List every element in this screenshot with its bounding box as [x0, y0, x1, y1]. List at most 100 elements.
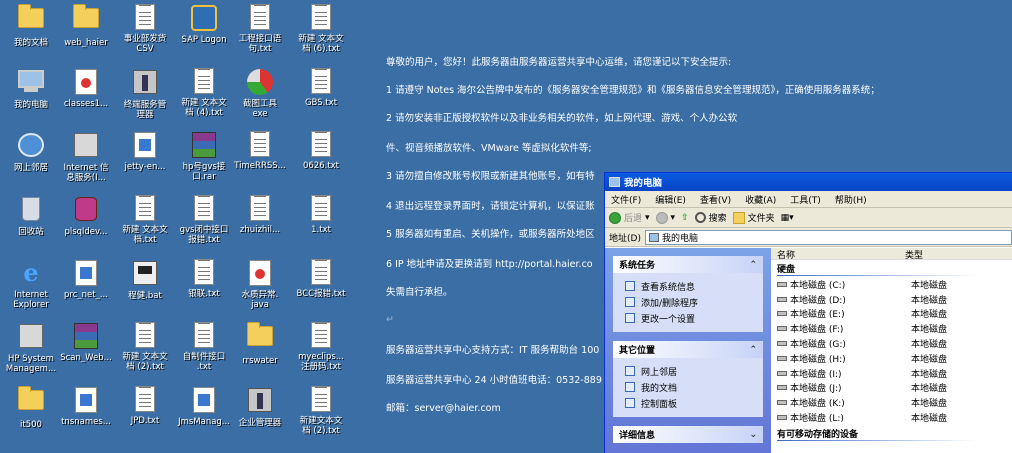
desktop-icon[interactable]: 工程接口语 句.txt: [229, 4, 291, 54]
desktop-icon[interactable]: JPD.txt: [114, 386, 176, 426]
desktop-icon[interactable]: SAP Logon: [173, 4, 235, 45]
desktop-icon[interactable]: rrswater: [229, 322, 291, 366]
desktop-icon[interactable]: plsqldev...: [55, 195, 117, 237]
desktop-icon-label: 程健.bat: [128, 291, 162, 301]
views-button[interactable]: ▦▾: [781, 213, 794, 223]
address-input[interactable]: 我的电脑: [644, 229, 1012, 245]
desktop-icon[interactable]: 新建 文本文 档.txt: [114, 195, 176, 245]
desktop-icon[interactable]: e Internet Explorer: [0, 259, 62, 311]
desktop-icon-label: hp号gvs接 口.rar: [182, 162, 226, 182]
desktop-icon[interactable]: 企业管理器: [229, 386, 291, 428]
drive-row[interactable]: 本地磁盘 (L:) 本地磁盘: [777, 410, 1012, 425]
desktop-icon[interactable]: 我的文档: [0, 4, 62, 48]
desktop-icon[interactable]: HP System Managem...: [0, 322, 62, 374]
screenshot-tool-icon: [246, 69, 274, 97]
network-icon: [625, 366, 635, 376]
desktop-icon[interactable]: gvs闭中接口 报错.txt: [173, 195, 235, 245]
task-view-system-info[interactable]: 查看系统信息: [625, 278, 755, 294]
desktop-icon-label: rrswater: [242, 356, 278, 366]
desktop-icon[interactable]: Scan_Web...: [55, 322, 117, 363]
toolbar: 后退 ▾ ▾ ⇧ 搜索 文件夹 ▦▾: [605, 208, 1012, 228]
desktop-icon[interactable]: 程健.bat: [114, 259, 176, 301]
drive-name: 本地磁盘 (C:): [790, 280, 846, 291]
drive-row[interactable]: 本地磁盘 (H:) 本地磁盘: [777, 351, 1012, 366]
column-name[interactable]: 名称: [777, 248, 905, 261]
desktop-icon[interactable]: GBS.txt: [290, 68, 352, 108]
desktop-icon[interactable]: tnsnames...: [55, 386, 117, 427]
desktop-icon[interactable]: 回收站: [0, 195, 62, 237]
drive-row[interactable]: 本地磁盘 (I:) 本地磁盘: [777, 366, 1012, 381]
notice-line-5: 5 服务器如有重启、关机操作，或服务器所处地区: [386, 229, 595, 240]
hard-disk-icon: [777, 341, 787, 347]
window-title: 我的电脑: [624, 178, 663, 189]
menu-bar: 文件(F) 编辑(E) 查看(V) 收藏(A) 工具(T) 帮助(H): [605, 191, 1012, 208]
drive-row[interactable]: 本地磁盘 (C:) 本地磁盘: [777, 277, 1012, 292]
desktop-icon[interactable]: prc_net_...: [55, 259, 117, 300]
drive-row[interactable]: 本地磁盘 (E:) 本地磁盘: [777, 307, 1012, 322]
desktop-icon[interactable]: zhuizhil...: [229, 195, 291, 235]
place-control-panel[interactable]: 控制面板: [625, 395, 755, 411]
desktop-icon[interactable]: BCC报错.txt: [290, 259, 352, 299]
desktop-icon[interactable]: 自制件接口 .txt: [173, 322, 235, 372]
drive-row[interactable]: 本地磁盘 (K:) 本地磁盘: [777, 395, 1012, 410]
menu-help[interactable]: 帮助(H): [835, 193, 867, 206]
drive-row[interactable]: 本地磁盘 (J:) 本地磁盘: [777, 381, 1012, 396]
desktop-icon[interactable]: 事业部发货 CSV: [114, 4, 176, 54]
desktop-icon[interactable]: 网上邻居: [0, 131, 62, 173]
desktop-icon[interactable]: Internet 信 息服务(I...: [55, 131, 117, 183]
my-computer-window[interactable]: 我的电脑 文件(F) 编辑(E) 查看(V) 收藏(A) 工具(T) 帮助(H)…: [604, 172, 1012, 453]
search-button[interactable]: 搜索: [694, 211, 727, 224]
folders-button[interactable]: 文件夹: [732, 211, 775, 224]
recycle-bin-icon: [17, 197, 45, 225]
task-add-remove-programs[interactable]: 添加/删除程序: [625, 294, 755, 310]
task-change-setting[interactable]: 更改一个设置: [625, 310, 755, 326]
column-type[interactable]: 类型: [905, 248, 923, 261]
forward-button[interactable]: ▾: [655, 211, 675, 224]
add-remove-icon: [625, 297, 635, 307]
desktop-icon[interactable]: 新建 文本文 档 (2).txt: [114, 322, 176, 372]
desktop-icon-label: 工程接口语 句.txt: [238, 34, 282, 54]
desktop-icon[interactable]: 终端服务管 理器: [114, 68, 176, 120]
system-tasks-header[interactable]: 系统任务 ⌃: [613, 256, 763, 273]
menu-view[interactable]: 查看(V): [700, 193, 731, 206]
desktop-icon[interactable]: 新建 文本文 档 (4).txt: [173, 68, 235, 118]
window-titlebar[interactable]: 我的电脑: [605, 173, 1012, 191]
desktop-icon[interactable]: jetty-en...: [114, 131, 176, 172]
desktop-icon[interactable]: hp号gvs接 口.rar: [173, 131, 235, 182]
back-button[interactable]: 后退 ▾: [609, 211, 650, 224]
desktop-icon[interactable]: 1.txt: [290, 195, 352, 235]
desktop-icon[interactable]: 0626.txt: [290, 131, 352, 171]
notice-greeting: 尊敬的用户，您好！此服务器由服务器运营共享中心运维，请您谨记以下安全提示:: [386, 57, 732, 68]
expand-icon[interactable]: ⌄: [749, 430, 757, 440]
up-button[interactable]: ⇧: [681, 213, 689, 223]
menu-edit[interactable]: 编辑(E): [655, 193, 686, 206]
desktop-icon[interactable]: 银联.txt: [173, 259, 235, 299]
hard-disk-icon: [777, 355, 787, 361]
other-places-header[interactable]: 其它位置 ⌃: [613, 341, 763, 358]
place-my-documents[interactable]: 我的文档: [625, 379, 755, 395]
desktop-icon[interactable]: TimeRRSS...: [229, 131, 291, 171]
desktop-icon[interactable]: 截图工具 exe: [229, 68, 291, 119]
desktop-icon[interactable]: 水质异常. java: [229, 259, 291, 310]
menu-tools[interactable]: 工具(T): [790, 193, 821, 206]
details-header[interactable]: 详细信息 ⌄: [613, 426, 763, 443]
desktop-icon[interactable]: 新建文本文 档 (2).txt: [290, 386, 352, 436]
desktop-icon[interactable]: it500: [0, 386, 62, 430]
menu-favorites[interactable]: 收藏(A): [745, 193, 776, 206]
drive-row[interactable]: 本地磁盘 (F:) 本地磁盘: [777, 321, 1012, 336]
desktop-icon[interactable]: 我的电脑: [0, 68, 62, 110]
drive-row[interactable]: 本地磁盘 (G:) 本地磁盘: [777, 336, 1012, 351]
desktop-icon[interactable]: myeclips... 注册码.txt: [290, 322, 352, 372]
place-network[interactable]: 网上邻居: [625, 363, 755, 379]
group-hard-disks: 硬盘: [777, 263, 1012, 277]
settings-icon: [625, 313, 635, 323]
desktop-icon[interactable]: JmsManag...: [173, 386, 235, 427]
text-file-icon: [307, 195, 335, 223]
drive-row[interactable]: 本地磁盘 (D:) 本地磁盘: [777, 292, 1012, 307]
desktop-icon[interactable]: 新建 文本文 档 (6).txt: [290, 4, 352, 54]
desktop-icon[interactable]: classes1...: [55, 68, 117, 109]
menu-file[interactable]: 文件(F): [611, 193, 641, 206]
collapse-icon[interactable]: ⌃: [749, 260, 757, 270]
desktop-icon[interactable]: web_haier: [55, 4, 117, 48]
collapse-icon[interactable]: ⌃: [749, 345, 757, 355]
